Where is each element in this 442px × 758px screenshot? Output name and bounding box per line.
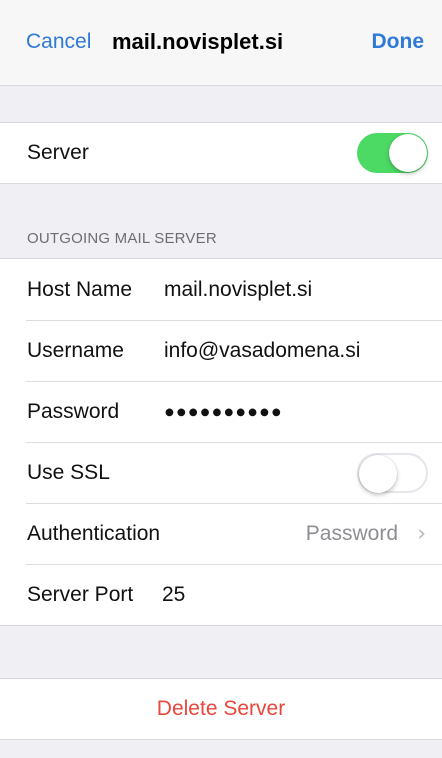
outgoing-settings-group: Host Name mail.novisplet.si Username inf… xyxy=(0,258,442,626)
done-button[interactable]: Done xyxy=(372,30,425,54)
use-ssl-row: Use SSL xyxy=(0,442,442,503)
authentication-value: Password xyxy=(305,521,398,545)
username-field[interactable]: info@vasadomena.si xyxy=(164,339,360,363)
server-port-label: Server Port xyxy=(27,582,134,606)
server-row: Server xyxy=(0,123,442,183)
username-label: Username xyxy=(27,338,124,362)
cancel-button[interactable]: Cancel xyxy=(26,30,91,54)
delete-server-button[interactable]: Delete Server xyxy=(0,679,442,739)
server-port-field[interactable]: 25 xyxy=(162,583,185,607)
delete-group: Delete Server xyxy=(0,678,442,740)
use-ssl-label: Use SSL xyxy=(27,460,110,484)
host-name-label: Host Name xyxy=(27,277,133,301)
server-toggle-group: Server xyxy=(0,122,442,184)
chevron-right-icon: › xyxy=(417,521,426,546)
use-ssl-switch-knob xyxy=(359,454,397,493)
server-switch-knob xyxy=(389,134,427,172)
authentication-label: Authentication xyxy=(27,521,161,545)
page-title: mail.novisplet.si xyxy=(112,29,284,54)
server-port-row[interactable]: Server Port 25 xyxy=(0,564,442,625)
password-label: Password xyxy=(27,399,120,423)
password-field[interactable]: ●●●●●●●●●● xyxy=(164,401,283,422)
password-row[interactable]: Password ●●●●●●●●●● xyxy=(0,381,442,442)
host-name-field[interactable]: mail.novisplet.si xyxy=(164,278,312,302)
use-ssl-switch[interactable] xyxy=(357,452,428,493)
navigation-bar: Cancel mail.novisplet.si Done xyxy=(0,0,442,86)
outgoing-section-header: OUTGOING MAIL SERVER xyxy=(27,230,217,247)
username-row[interactable]: Username info@vasadomena.si xyxy=(0,320,442,381)
delete-server-label: Delete Server xyxy=(156,697,286,720)
server-switch[interactable] xyxy=(357,133,428,173)
host-name-row[interactable]: Host Name mail.novisplet.si xyxy=(0,259,442,320)
authentication-row[interactable]: Authentication Password › xyxy=(0,503,442,564)
server-label: Server xyxy=(27,141,89,164)
